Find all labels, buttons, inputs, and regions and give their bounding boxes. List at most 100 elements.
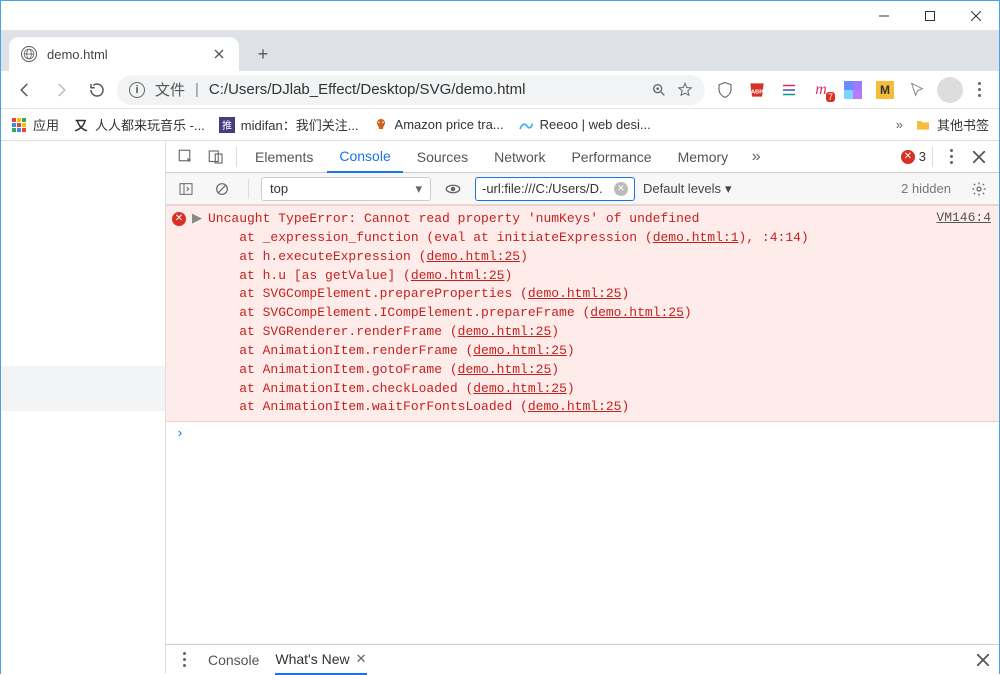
site-info-icon[interactable]: i [129, 82, 145, 98]
window-titlebar [1, 1, 999, 31]
clear-filter-icon[interactable]: ✕ [614, 182, 628, 196]
svg-text:推: 推 [222, 119, 232, 132]
bookmark-icon: 又 [73, 117, 89, 133]
extension-icons: ABP m7 M [709, 80, 933, 100]
clear-console-button[interactable] [208, 176, 236, 202]
devtools-tab-bar: Elements Console Sources Network Perform… [166, 141, 999, 173]
bookmark-bar: 应用 又人人都来玩音乐 -... 推 midifan：我们关注... Amazon… [1, 109, 999, 141]
browser-menu-button[interactable] [967, 82, 991, 97]
other-bookmarks-label: 其他书签 [937, 115, 989, 134]
tab-close-button[interactable] [211, 46, 227, 62]
context-value: top [270, 181, 288, 196]
context-selector[interactable]: top ▾ [261, 177, 431, 201]
star-icon[interactable] [677, 82, 693, 98]
bookmark-item[interactable]: Reeoo | web desi... [518, 117, 651, 133]
bookmark-label: Amazon price tra... [395, 117, 504, 132]
tab-elements[interactable]: Elements [243, 141, 325, 173]
drawer-menu-button[interactable] [176, 652, 192, 667]
ext-icon-lines[interactable] [779, 80, 799, 100]
bookmark-label: Reeoo | web desi... [540, 117, 651, 132]
bookmark-item[interactable]: 推 midifan：我们关注... [219, 115, 359, 134]
error-stack: Uncaught TypeError: Cannot read property… [208, 210, 930, 417]
console-settings-button[interactable] [965, 176, 993, 202]
console-error-message[interactable]: ✕ ▶ Uncaught TypeError: Cannot read prop… [166, 205, 999, 422]
tab-performance[interactable]: Performance [559, 141, 663, 173]
tab-memory[interactable]: Memory [666, 141, 741, 173]
error-badge[interactable]: ✕3 [901, 149, 926, 164]
file-label: 文件 [155, 79, 185, 100]
console-sidebar-toggle[interactable] [172, 176, 200, 202]
profile-avatar[interactable] [937, 77, 963, 103]
forward-button[interactable] [45, 74, 77, 106]
more-tabs-button[interactable]: » [742, 144, 770, 170]
ext-icon-square[interactable] [843, 80, 863, 100]
hidden-count[interactable]: 2 hidden [901, 181, 951, 196]
bookmark-icon [373, 117, 389, 133]
apps-shortcut[interactable]: 应用 [11, 115, 59, 134]
bookmark-label: 人人都来玩音乐 -... [95, 115, 205, 134]
levels-label: Default levels [643, 181, 721, 196]
omnibox[interactable]: i 文件 | C:/Users/DJlab_Effect/Desktop/SVG… [117, 75, 705, 105]
error-icon: ✕ [901, 150, 915, 164]
other-bookmarks[interactable]: 其他书签 [915, 115, 989, 134]
bookmark-overflow-button[interactable]: » [896, 117, 903, 132]
console-output: ✕ ▶ Uncaught TypeError: Cannot read prop… [166, 205, 999, 644]
tab-title: demo.html [47, 47, 201, 62]
devtools-menu-button[interactable] [939, 144, 963, 170]
bookmark-item[interactable]: 又人人都来玩音乐 -... [73, 115, 205, 134]
window-close-button[interactable] [953, 1, 999, 31]
main-area: Elements Console Sources Network Perform… [1, 141, 999, 674]
error-icon: ✕ [172, 212, 186, 226]
shield-icon[interactable] [715, 80, 735, 100]
new-tab-button[interactable]: + [249, 40, 277, 68]
selection-highlight [1, 366, 165, 411]
url-text: C:/Users/DJlab_Effect/Desktop/SVG/demo.h… [209, 81, 641, 98]
console-prompt[interactable]: › [166, 422, 999, 445]
close-icon[interactable]: ✕ [356, 651, 367, 667]
ext-icon-m7[interactable]: m7 [811, 80, 831, 100]
devtools-drawer: Console What's New ✕ [166, 644, 999, 674]
lens-icon[interactable] [651, 82, 667, 98]
chevron-down-icon: ▾ [415, 181, 422, 197]
drawer-close-button[interactable] [977, 654, 989, 666]
devtools-panel: Elements Console Sources Network Perform… [166, 141, 999, 674]
console-filter-input[interactable]: -url:file:///C:/Users/D. ✕ [475, 177, 635, 201]
abp-icon[interactable]: ABP [747, 80, 767, 100]
tab-sources[interactable]: Sources [405, 141, 480, 173]
drawer-whatsnew-tab[interactable]: What's New ✕ [275, 645, 366, 675]
device-toggle-button[interactable] [202, 144, 230, 170]
window-maximize-button[interactable] [907, 1, 953, 31]
page-content [1, 141, 166, 674]
bookmark-label: midifan：我们关注... [241, 115, 359, 134]
tab-strip: demo.html + [1, 31, 999, 71]
apps-icon [11, 117, 27, 133]
globe-icon [21, 46, 37, 62]
expand-caret-icon[interactable]: ▶ [192, 211, 202, 226]
back-button[interactable] [9, 74, 41, 106]
live-expression-button[interactable] [439, 176, 467, 202]
inspect-element-button[interactable] [172, 144, 200, 170]
bookmark-item[interactable]: Amazon price tra... [373, 117, 504, 133]
whatsnew-label: What's New [275, 651, 349, 667]
log-levels-selector[interactable]: Default levels ▾ [643, 181, 732, 197]
chevron-down-icon: ▾ [725, 181, 732, 197]
error-source-link[interactable]: VM146:4 [936, 210, 991, 225]
devtools-close-button[interactable] [965, 144, 993, 170]
filter-text: -url:file:///C:/Users/D. [482, 181, 603, 196]
address-bar: i 文件 | C:/Users/DJlab_Effect/Desktop/SVG… [1, 71, 999, 109]
svg-text:ABP: ABP [751, 89, 763, 95]
bookmark-icon: 推 [219, 117, 235, 133]
drawer-console-tab[interactable]: Console [208, 645, 259, 675]
tab-network[interactable]: Network [482, 141, 557, 173]
error-count: 3 [919, 149, 926, 164]
browser-tab[interactable]: demo.html [9, 37, 239, 71]
ext-icon-cursor[interactable] [907, 80, 927, 100]
tab-console[interactable]: Console [327, 141, 402, 173]
reload-button[interactable] [81, 74, 113, 106]
console-toolbar: top ▾ -url:file:///C:/Users/D. ✕ Default l… [166, 173, 999, 205]
folder-icon [915, 117, 931, 133]
bookmark-icon [518, 117, 534, 133]
window-minimize-button[interactable] [861, 1, 907, 31]
ext-icon-m[interactable]: M [875, 80, 895, 100]
apps-label: 应用 [33, 115, 59, 134]
